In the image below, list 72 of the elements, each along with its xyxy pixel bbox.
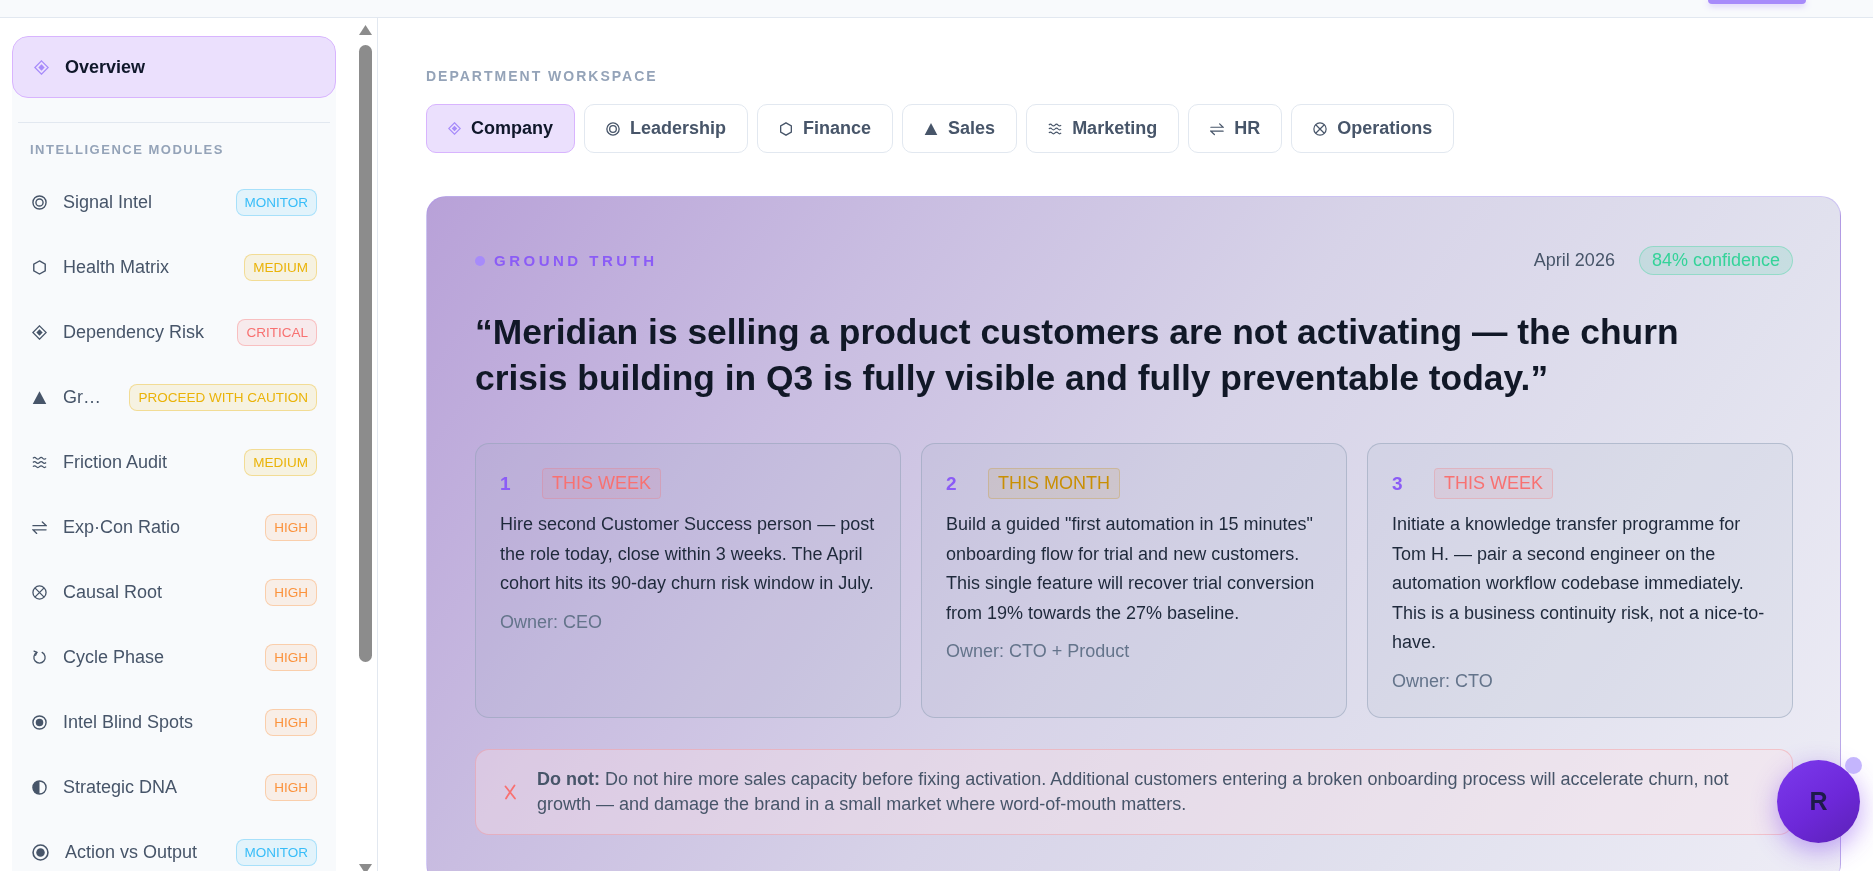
- scroll-up-icon[interactable]: [358, 25, 372, 35]
- sidebar-link[interactable]: Cycle Phase: [63, 647, 266, 668]
- diamond-icon: [34, 59, 49, 75]
- circled-x-icon: [1313, 121, 1328, 136]
- hexagon-icon: [32, 260, 47, 275]
- sidebar-link[interactable]: Gr…: [63, 387, 130, 408]
- sidebar-link[interactable]: Dependency Risk: [63, 322, 238, 343]
- action-text: Initiate a knowledge transfer programme for Tom H. — pair a second engineer on the automation workflow codebase immediately. This is a business continuity risk, not a nice-to-have.: [1392, 513, 1766, 654]
- double-circle-icon: [606, 121, 620, 136]
- status-badge: PROCEED WITH CAUTION: [129, 384, 317, 411]
- wave-lines-icon: [32, 455, 47, 470]
- warning-text: Do not: Do not hire more sales capacity before fixing activation. Additional customers entering a broken onboarding process will accelerate churn, not growth — and damage the brand in a small market where word-of-mouth matters.: [537, 767, 1730, 816]
- scrollbar-thumb[interactable]: [358, 45, 372, 662]
- dot-icon: [475, 255, 485, 266]
- circled-x-icon: [32, 585, 47, 600]
- status-badge: MEDIUM: [244, 449, 317, 476]
- nav-item[interactable]: Overview: [12, 36, 336, 98]
- department-tab[interactable]: Finance: [757, 104, 894, 153]
- department-tab[interactable]: Operations: [1291, 104, 1455, 153]
- status-badge: MONITOR: [235, 189, 317, 216]
- status-badge: HIGH: [265, 644, 317, 671]
- confidence-badge: 84% confidence: [1638, 246, 1793, 275]
- triangle-icon: [924, 121, 939, 136]
- sidebar-link[interactable]: Intel Blind Spots: [63, 712, 266, 733]
- section-title: INTELLIGENCE MODULES: [30, 142, 224, 157]
- sidebar-link[interactable]: Health Matrix: [63, 257, 245, 278]
- action-number: 3: [1392, 472, 1404, 495]
- status-badge: MEDIUM: [244, 254, 317, 281]
- owner-text: Owner: CTO + Product: [946, 640, 1131, 662]
- status-badge: HIGH: [265, 774, 317, 801]
- owner-text: Owner: CTO: [1392, 669, 1494, 692]
- owner-text: Owner: CEO: [500, 610, 604, 633]
- refresh-icon: [32, 650, 47, 665]
- radio-dot-icon: [32, 844, 49, 861]
- department-tab[interactable]: Company: [426, 104, 575, 153]
- diamond-icon: [448, 122, 461, 135]
- radio-dot-icon: [32, 715, 47, 730]
- sidebar-link[interactable]: Strategic DNA: [63, 777, 266, 798]
- scroll-down-icon[interactable]: [358, 864, 372, 871]
- department-tab[interactable]: Sales: [902, 104, 1018, 153]
- triangle-icon: [32, 390, 47, 405]
- action-text: Hire second Customer Success person — post the role today, close within 3 weeks. The April cohort hits its 90-day churn risk window in July.: [500, 513, 876, 595]
- timing-tag: THIS MONTH: [988, 468, 1120, 499]
- status-badge: HIGH: [265, 709, 317, 736]
- double-circle-icon: [32, 195, 47, 210]
- action-number: 1: [500, 472, 512, 495]
- sidebar-link[interactable]: Friction Audit: [63, 452, 245, 473]
- department-tab[interactable]: HR: [1188, 104, 1283, 153]
- hexagon-icon: [779, 121, 794, 136]
- timing-tag: THIS WEEK: [1434, 468, 1553, 499]
- swap-arrows-icon: [1210, 121, 1225, 136]
- action-number: 2: [946, 472, 958, 495]
- sidebar-link[interactable]: Signal Intel: [63, 192, 236, 213]
- status-badge: HIGH: [265, 514, 317, 541]
- status-badge: MONITOR: [235, 839, 317, 866]
- department-tab[interactable]: Marketing: [1026, 104, 1180, 153]
- section-title: DEPARTMENT WORKSPACE: [426, 68, 658, 84]
- sidebar-link[interactable]: Action vs Output: [65, 842, 236, 863]
- sidebar-link[interactable]: Exp·Con Ratio: [63, 517, 266, 538]
- status-badge: HIGH: [265, 579, 317, 606]
- sidebar-link[interactable]: Causal Root: [63, 582, 266, 603]
- card-label: GROUND TRUTH: [494, 252, 658, 269]
- x-mark-icon: [502, 783, 518, 800]
- status-badge: CRITICAL: [237, 319, 317, 346]
- action-text: Build a guided "first automation in 15 minutes" onboarding flow for trial and new customers. This single feature will recover trial conversion from 19% towards the 27% baseline.: [946, 513, 1316, 625]
- timing-tag: THIS WEEK: [542, 468, 661, 499]
- date-text: April 2026: [1533, 250, 1615, 271]
- department-tab[interactable]: Leadership: [584, 104, 749, 153]
- half-circle-icon: [32, 780, 47, 795]
- diamond-icon: [32, 325, 47, 340]
- wave-lines-icon: [1048, 121, 1063, 136]
- headline-quote: “Meridian is selling a product customers are not activating — the churn crisis building in Q3 is fully visible and fully preventable today.”: [475, 311, 1680, 400]
